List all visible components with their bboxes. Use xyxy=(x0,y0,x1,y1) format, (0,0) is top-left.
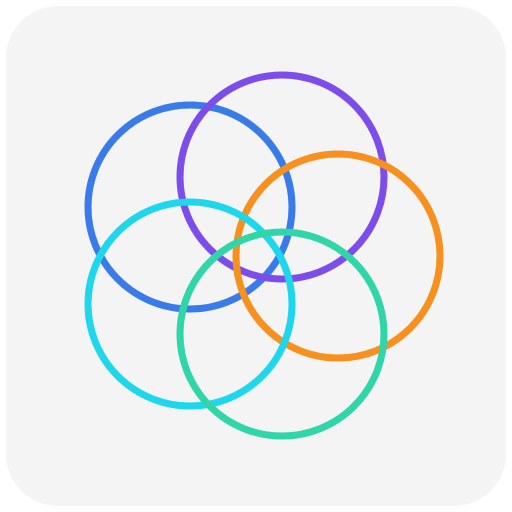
orange-ring xyxy=(232,150,444,362)
overlapping-rings-icon xyxy=(84,71,444,440)
